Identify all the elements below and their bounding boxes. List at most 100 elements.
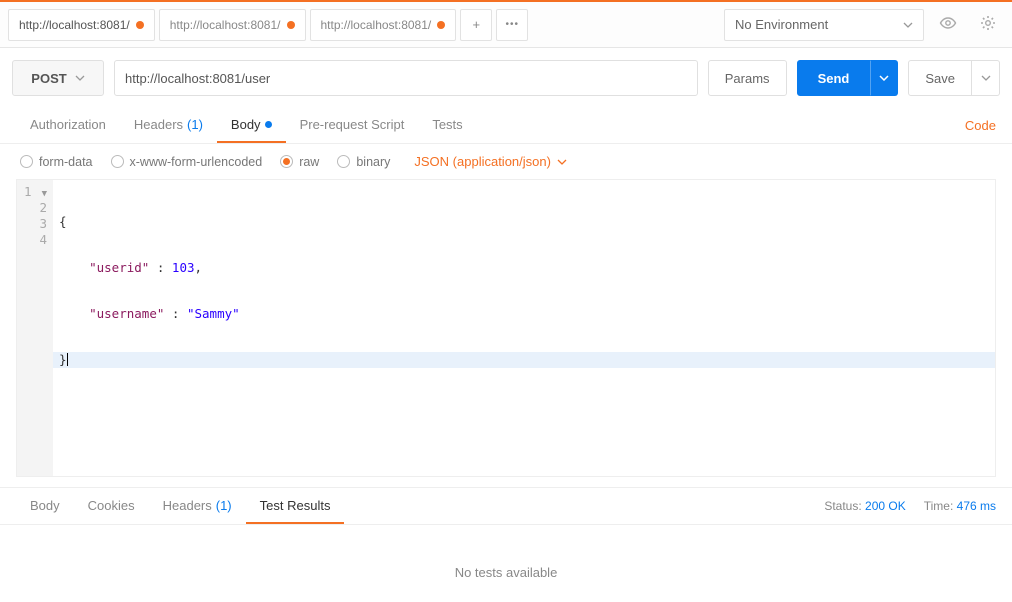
chevron-down-icon xyxy=(981,75,991,81)
request-tab-3[interactable]: http://localhost:8081/ xyxy=(310,9,457,41)
gear-icon xyxy=(980,15,996,34)
request-section-tabs: Authorization Headers (1) Body Pre-reque… xyxy=(0,108,1012,144)
dirty-dot-icon xyxy=(136,21,144,29)
tab-label: Pre-request Script xyxy=(300,117,405,132)
radio-raw[interactable]: raw xyxy=(280,155,319,169)
radio-label: raw xyxy=(299,155,319,169)
chevron-down-icon xyxy=(75,75,85,81)
editor-gutter: 1 ▼ 2 3 4 xyxy=(17,180,53,476)
response-tab-headers[interactable]: Headers (1) xyxy=(149,488,246,524)
unsaved-dot-icon xyxy=(265,121,272,128)
environment-select[interactable]: No Environment xyxy=(724,9,924,41)
request-tab-2[interactable]: http://localhost:8081/ xyxy=(159,9,306,41)
request-builder-row: POST Params Send Save xyxy=(0,48,1012,108)
json-key: "userid" xyxy=(89,260,149,275)
chevron-down-icon xyxy=(557,159,567,165)
radio-form-data[interactable]: form-data xyxy=(20,155,93,169)
json-value: "Sammy" xyxy=(187,306,240,321)
response-meta: Status: 200 OK Time: 476 ms xyxy=(824,499,996,513)
tab-label: Test Results xyxy=(260,498,331,513)
dirty-dot-icon xyxy=(437,21,445,29)
settings-button[interactable] xyxy=(972,9,1004,41)
request-tabs: http://localhost:8081/ http://localhost:… xyxy=(8,2,724,47)
new-tab-button[interactable]: + xyxy=(460,9,492,41)
tab-label: Tests xyxy=(432,117,462,132)
request-tab-label: http://localhost:8081/ xyxy=(19,18,130,32)
radio-icon xyxy=(20,155,33,168)
radio-urlencoded[interactable]: x-www-form-urlencoded xyxy=(111,155,263,169)
response-body-area: No tests available xyxy=(0,525,1012,580)
content-type-label: JSON (application/json) xyxy=(414,154,551,169)
chevron-down-icon xyxy=(879,75,889,81)
code-link[interactable]: Code xyxy=(965,118,996,133)
request-tab-label: http://localhost:8081/ xyxy=(170,18,281,32)
send-options-button[interactable] xyxy=(870,60,898,96)
eye-icon xyxy=(939,17,957,32)
time-block: Time: 476 ms xyxy=(924,499,996,513)
radio-icon xyxy=(111,155,124,168)
http-method-label: POST xyxy=(31,71,66,86)
response-section-tabs: Body Cookies Headers (1) Test Results St… xyxy=(0,487,1012,525)
tab-overflow-button[interactable]: ••• xyxy=(496,9,528,41)
request-tab-1[interactable]: http://localhost:8081/ xyxy=(8,9,155,41)
json-value: 103 xyxy=(172,260,195,275)
line-number: 3 xyxy=(39,216,47,231)
time-label: Time: xyxy=(924,499,954,513)
tab-label: Authorization xyxy=(30,117,106,132)
text-caret xyxy=(67,353,68,366)
environment-preview-button[interactable] xyxy=(932,9,964,41)
content-type-select[interactable]: JSON (application/json) xyxy=(414,154,567,169)
code-label: Code xyxy=(965,118,996,133)
tab-body[interactable]: Body xyxy=(217,108,286,143)
editor-content[interactable]: { "userid" : 103, "username" : "Sammy" } xyxy=(53,180,995,476)
response-tab-tests[interactable]: Test Results xyxy=(246,488,345,524)
tab-label: Body xyxy=(30,498,60,513)
line-number: 2 xyxy=(39,200,47,215)
radio-label: binary xyxy=(356,155,390,169)
tab-label: Headers xyxy=(163,498,212,513)
header-right: No Environment xyxy=(724,9,1004,41)
save-button[interactable]: Save xyxy=(908,60,972,96)
status-label: Status: xyxy=(824,499,861,513)
response-tab-cookies[interactable]: Cookies xyxy=(74,488,149,524)
line-number: 4 xyxy=(39,232,47,247)
chevron-down-icon xyxy=(903,22,913,28)
save-button-group: Save xyxy=(908,60,1000,96)
radio-label: form-data xyxy=(39,155,93,169)
header-row: http://localhost:8081/ http://localhost:… xyxy=(0,2,1012,48)
radio-icon xyxy=(337,155,350,168)
params-button[interactable]: Params xyxy=(708,60,787,96)
more-icon: ••• xyxy=(505,19,519,30)
http-method-select[interactable]: POST xyxy=(12,60,104,96)
tab-label: Body xyxy=(231,117,261,132)
params-label: Params xyxy=(725,71,770,86)
url-input[interactable] xyxy=(114,60,698,96)
tab-label: Cookies xyxy=(88,498,135,513)
tab-prerequest[interactable]: Pre-request Script xyxy=(286,108,419,143)
response-tab-body[interactable]: Body xyxy=(16,488,74,524)
send-label: Send xyxy=(818,71,850,86)
empty-tests-message: No tests available xyxy=(455,565,558,580)
save-label: Save xyxy=(925,71,955,86)
headers-count: (1) xyxy=(216,498,232,513)
headers-count: (1) xyxy=(187,117,203,132)
line-number: 1 xyxy=(24,184,32,199)
tab-label: Headers xyxy=(134,117,183,132)
tab-tests[interactable]: Tests xyxy=(418,108,476,143)
tab-headers[interactable]: Headers (1) xyxy=(120,108,217,143)
body-editor[interactable]: 1 ▼ 2 3 4 { "userid" : 103, "username" :… xyxy=(16,179,996,477)
radio-label: x-www-form-urlencoded xyxy=(130,155,263,169)
dirty-dot-icon xyxy=(287,21,295,29)
plus-icon: + xyxy=(472,17,480,32)
environment-label: No Environment xyxy=(735,17,828,32)
status-block: Status: 200 OK xyxy=(824,499,905,513)
send-button-group: Send xyxy=(797,60,899,96)
radio-binary[interactable]: binary xyxy=(337,155,390,169)
body-type-row: form-data x-www-form-urlencoded raw bina… xyxy=(0,144,1012,179)
time-value: 476 ms xyxy=(957,499,996,513)
tab-authorization[interactable]: Authorization xyxy=(16,108,120,143)
status-value: 200 OK xyxy=(865,499,906,513)
save-options-button[interactable] xyxy=(972,60,1000,96)
radio-icon-selected xyxy=(280,155,293,168)
send-button[interactable]: Send xyxy=(797,60,871,96)
